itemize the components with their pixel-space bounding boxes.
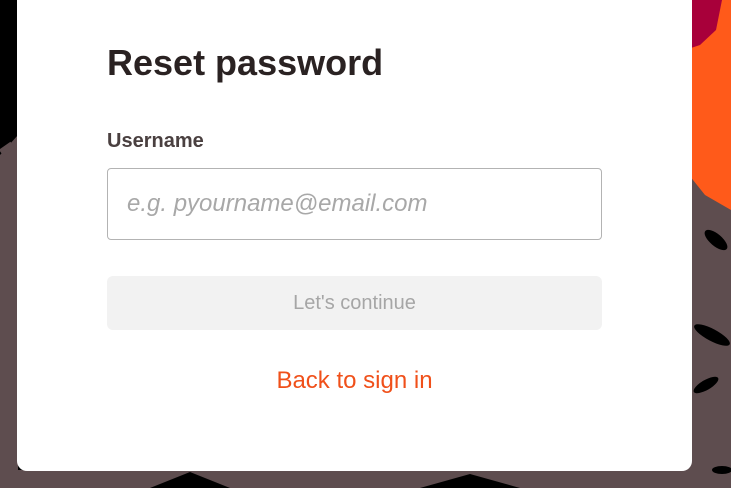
page-title: Reset password: [107, 42, 384, 83]
reset-password-screen: Reset password Username Let's continue B…: [0, 0, 731, 488]
username-label: Username: [107, 130, 204, 152]
back-to-sign-in-link[interactable]: Back to sign in: [107, 366, 602, 396]
continue-button[interactable]: Let's continue: [107, 276, 602, 330]
username-input[interactable]: [107, 168, 602, 240]
reset-password-card: Reset password Username Let's continue B…: [17, 0, 692, 471]
